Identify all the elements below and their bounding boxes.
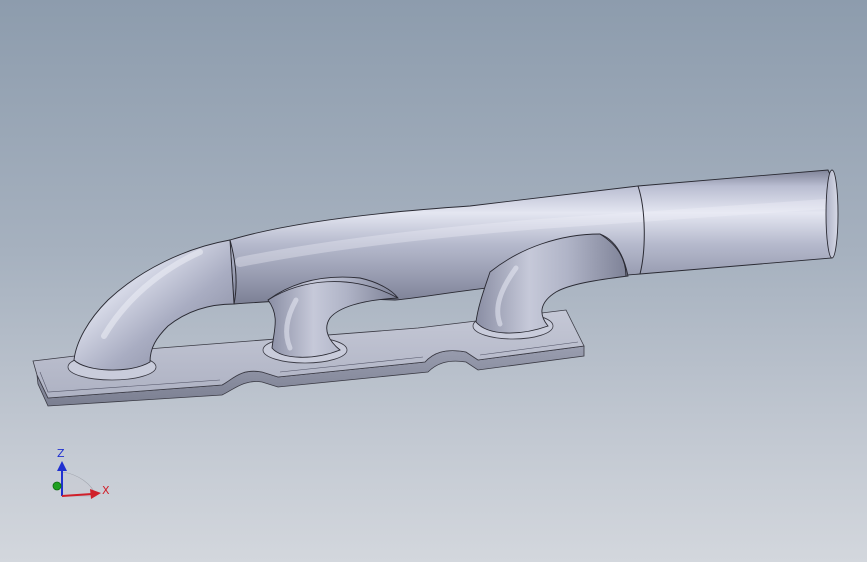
z-axis-arrow: [57, 461, 67, 471]
orientation-triad: Z X: [52, 447, 110, 499]
y-axis-dot: [52, 481, 62, 491]
x-axis-label: X: [102, 484, 110, 497]
z-axis-label: Z: [57, 447, 65, 460]
graphics-viewport[interactable]: Z X: [0, 0, 867, 562]
x-axis-arrow: [90, 489, 101, 499]
